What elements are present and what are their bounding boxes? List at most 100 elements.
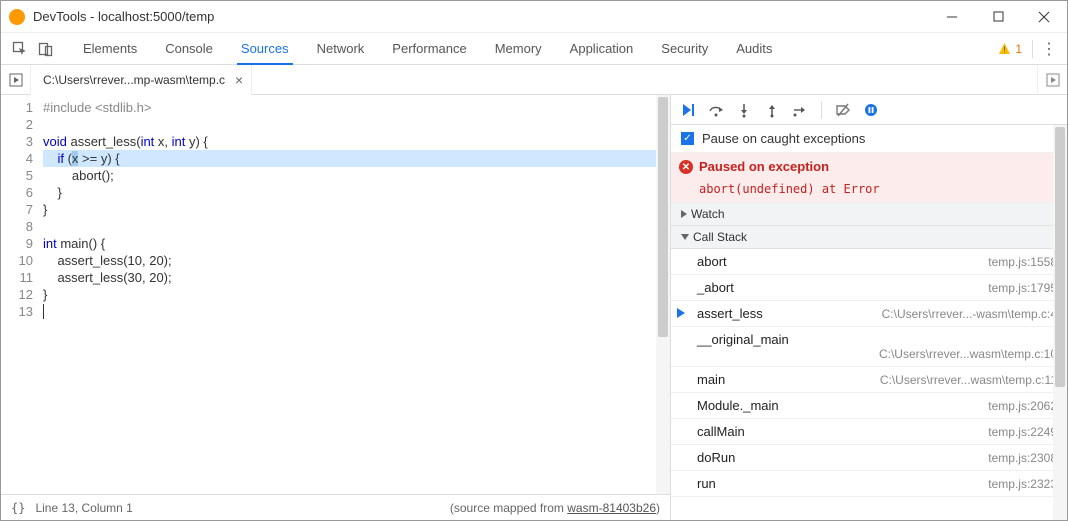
pause-on-exceptions-button[interactable] (860, 99, 882, 121)
debugger-pane: Pause on caught exceptions ✕ Paused on e… (671, 95, 1067, 520)
stack-frame-location: temp.js:1558 (988, 255, 1057, 269)
pause-on-caught-checkbox[interactable] (681, 132, 694, 145)
stack-frame[interactable]: main C:\Users\rrever...wasm\temp.c:11 (671, 367, 1067, 393)
device-toolbar-icon[interactable] (33, 36, 59, 62)
watch-section[interactable]: Watch (671, 203, 1067, 226)
stack-frame-location: C:\Users\rrever...wasm\temp.c:11 (880, 373, 1057, 387)
stack-frame-location: temp.js:2249 (988, 425, 1057, 439)
minimize-button[interactable] (929, 1, 975, 33)
step-button[interactable] (789, 99, 811, 121)
devtools-icon (9, 9, 25, 25)
stack-frame-function: Module._main (697, 398, 779, 413)
tab-elements[interactable]: Elements (69, 33, 151, 65)
pause-on-caught-row[interactable]: Pause on caught exceptions (671, 125, 1067, 153)
file-tab-path: C:\Users\rrever...mp-wasm\temp.c (43, 73, 225, 87)
code-line[interactable]: void assert_less(int x, int y) { (43, 133, 670, 150)
file-tab[interactable]: C:\Users\rrever...mp-wasm\temp.c × (31, 65, 252, 95)
stack-frame-function: callMain (697, 424, 745, 439)
pause-on-caught-label: Pause on caught exceptions (702, 131, 865, 146)
chevron-down-icon (681, 234, 689, 240)
code-line[interactable]: #include <stdlib.h> (43, 99, 670, 116)
svg-text:!: ! (1004, 46, 1006, 55)
more-tabs-icon[interactable] (1037, 65, 1067, 95)
stack-frame[interactable]: abort temp.js:1558 (671, 249, 1067, 275)
source-map-link[interactable]: wasm-81403b26 (567, 501, 656, 515)
stack-frame[interactable]: assert_less C:\Users\rrever...-wasm\temp.… (671, 301, 1067, 327)
stack-frame[interactable]: _abort temp.js:1795 (671, 275, 1067, 301)
warning-count: 1 (1015, 42, 1022, 56)
debugger-toolbar (671, 95, 1067, 125)
titlebar: DevTools - localhost:5000/temp (1, 1, 1067, 33)
main-area: 12345678910111213 #include <stdlib.h> vo… (1, 95, 1067, 520)
navigator-toggle-icon[interactable] (1, 65, 31, 95)
step-over-button[interactable] (705, 99, 727, 121)
line-gutter: 12345678910111213 (1, 95, 39, 494)
tab-console[interactable]: Console (151, 33, 227, 65)
window-title: DevTools - localhost:5000/temp (33, 9, 929, 24)
stack-frame[interactable]: callMain temp.js:2249 (671, 419, 1067, 445)
resume-button[interactable] (677, 99, 699, 121)
code-line[interactable] (43, 116, 670, 133)
tab-performance[interactable]: Performance (378, 33, 480, 65)
stack-frame[interactable]: run temp.js:2323 (671, 471, 1067, 497)
chevron-right-icon (681, 210, 687, 218)
tab-memory[interactable]: Memory (481, 33, 556, 65)
code-line[interactable]: int main() { (43, 235, 670, 252)
code-line[interactable]: if (x >= y) { (43, 150, 670, 167)
stack-frame-function: _abort (697, 280, 734, 295)
editor-scrollbar[interactable] (656, 95, 670, 494)
devtools-window: DevTools - localhost:5000/temp ElementsC… (0, 0, 1068, 521)
code-line[interactable]: } (43, 184, 670, 201)
maximize-button[interactable] (975, 1, 1021, 33)
debugger-body: Pause on caught exceptions ✕ Paused on e… (671, 125, 1067, 520)
status-bar: {} Line 13, Column 1 (source mapped from… (1, 494, 670, 520)
stack-frame-location: C:\Users\rrever...wasm\temp.c:10 (879, 347, 1057, 361)
callstack-section[interactable]: Call Stack (671, 226, 1067, 249)
code-line[interactable]: } (43, 286, 670, 303)
stack-frame-function: run (697, 476, 716, 491)
stack-frame-location: temp.js:2323 (988, 477, 1057, 491)
stack-frame[interactable]: __original_main C:\Users\rrever...wasm\te… (671, 327, 1067, 367)
close-button[interactable] (1021, 1, 1067, 33)
braces-icon[interactable]: {} (11, 501, 25, 515)
stack-frame-function: doRun (697, 450, 735, 465)
tab-sources[interactable]: Sources (227, 33, 303, 65)
code-line[interactable]: abort(); (43, 167, 670, 184)
warning-badge[interactable]: ! 1 (998, 42, 1022, 56)
code-line[interactable] (43, 218, 670, 235)
more-menu-icon[interactable]: ⋮ (1037, 39, 1061, 59)
deactivate-breakpoints-button[interactable] (832, 99, 854, 121)
stack-frame-function: __original_main (697, 332, 789, 347)
code-line[interactable] (43, 303, 670, 320)
stack-frame-function: abort (697, 254, 727, 269)
inspect-element-icon[interactable] (7, 36, 33, 62)
code-editor[interactable]: 12345678910111213 #include <stdlib.h> vo… (1, 95, 670, 494)
debugger-scrollbar[interactable] (1053, 125, 1067, 520)
tab-security[interactable]: Security (647, 33, 722, 65)
step-out-button[interactable] (761, 99, 783, 121)
code-line[interactable]: assert_less(30, 20); (43, 269, 670, 286)
sources-toolbar: C:\Users\rrever...mp-wasm\temp.c × (1, 65, 1067, 95)
step-into-button[interactable] (733, 99, 755, 121)
tab-audits[interactable]: Audits (722, 33, 786, 65)
stack-frame-location: temp.js:1795 (988, 281, 1057, 295)
stack-frame[interactable]: Module._main temp.js:2062 (671, 393, 1067, 419)
source-map-info: (source mapped from wasm-81403b26) (450, 501, 660, 515)
exception-title: Paused on exception (699, 159, 829, 174)
call-stack-list: abort temp.js:1558 _abort temp.js:1795 asser… (671, 249, 1067, 497)
stack-frame-function: assert_less (697, 306, 763, 321)
stack-frame-location: temp.js:2062 (988, 399, 1057, 413)
error-icon: ✕ (679, 160, 693, 174)
editor-pane: 12345678910111213 #include <stdlib.h> vo… (1, 95, 671, 520)
code-line[interactable]: } (43, 201, 670, 218)
code-line[interactable]: assert_less(10, 20); (43, 252, 670, 269)
stack-frame-location: temp.js:2308 (988, 451, 1057, 465)
stack-frame-function: main (697, 372, 725, 387)
main-tabs: ElementsConsoleSourcesNetworkPerformance… (1, 33, 1067, 65)
tab-network[interactable]: Network (303, 33, 379, 65)
code-content[interactable]: #include <stdlib.h> void assert_less(int… (39, 95, 670, 494)
close-tab-icon[interactable]: × (235, 72, 243, 88)
stack-frame[interactable]: doRun temp.js:2308 (671, 445, 1067, 471)
stack-frame-location: C:\Users\rrever...-wasm\temp.c:4 (882, 307, 1057, 321)
tab-application[interactable]: Application (556, 33, 648, 65)
